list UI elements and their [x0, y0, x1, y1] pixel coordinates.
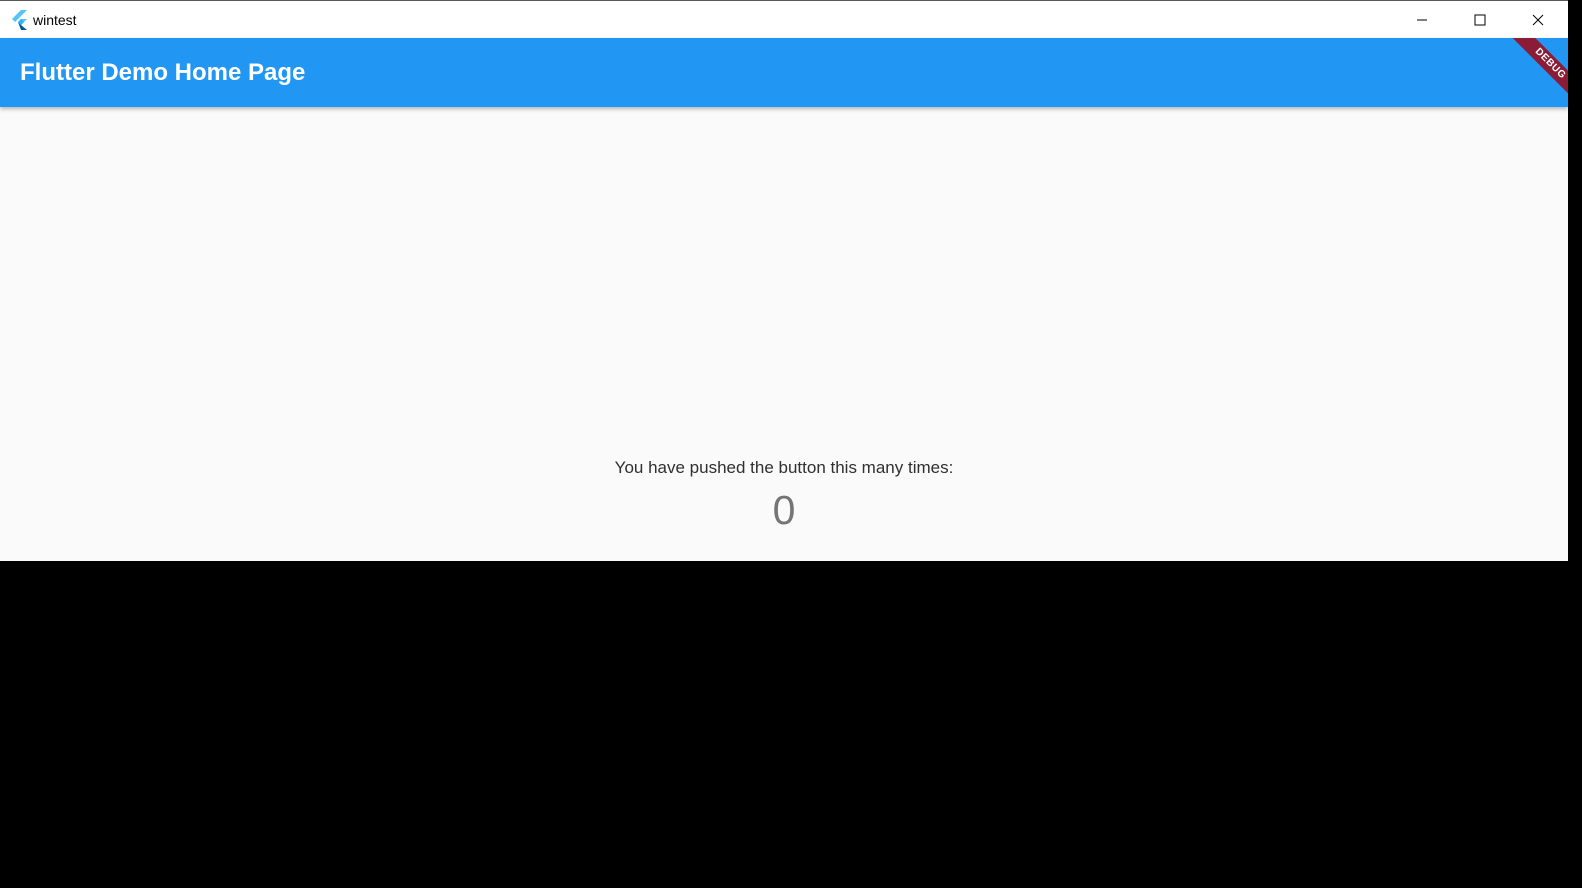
counter-label: You have pushed the button this many tim… [614, 458, 954, 477]
close-button[interactable] [1509, 1, 1567, 38]
debug-banner-label: DEBUG [1508, 38, 1568, 106]
app-bar: Flutter Demo Home Page [0, 38, 1568, 107]
minimize-button[interactable] [1393, 1, 1451, 38]
window-titlebar[interactable]: wintest [0, 0, 1568, 38]
minimize-icon [1416, 14, 1428, 26]
flutter-logo-icon [10, 10, 28, 30]
main-content: You have pushed the button this many tim… [0, 107, 1568, 561]
close-icon [1532, 14, 1544, 26]
debug-banner: DEBUG [1494, 38, 1568, 107]
maximize-button[interactable] [1451, 1, 1509, 38]
page-title: Flutter Demo Home Page [20, 59, 306, 86]
maximize-icon [1474, 14, 1486, 26]
counter-value: 0 [772, 487, 796, 533]
window-title: wintest [33, 12, 77, 28]
app-window: wintest Flutter Demo Home Page DEBUG You… [0, 0, 1568, 561]
